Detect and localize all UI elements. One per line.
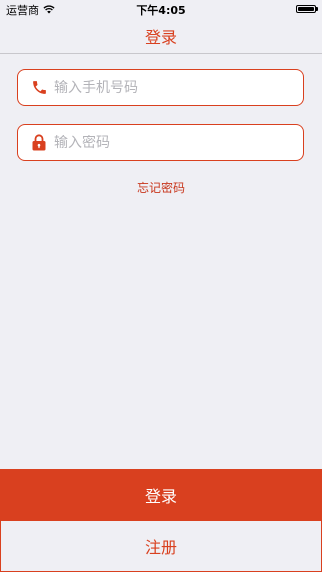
phone-field[interactable]: [17, 69, 304, 106]
phone-icon: [30, 79, 48, 97]
password-input[interactable]: [54, 134, 284, 151]
password-field[interactable]: [17, 124, 304, 161]
battery-icon: [296, 5, 318, 13]
phone-input[interactable]: [54, 79, 284, 96]
lock-icon: [30, 134, 48, 152]
navigation-bar: 登录: [0, 18, 322, 54]
forgot-password-link[interactable]: 忘记密码: [0, 179, 322, 196]
login-screen: 运营商 下午4:05 登录 输入手机号码 忘记密码 登录 注册: [0, 0, 322, 572]
register-button[interactable]: 注册: [0, 520, 322, 572]
status-time: 下午4:05: [136, 4, 186, 17]
page-title: 登录: [144, 28, 177, 47]
status-bar: 运营商 下午4:05: [0, 0, 322, 18]
login-button[interactable]: 登录: [0, 469, 322, 520]
